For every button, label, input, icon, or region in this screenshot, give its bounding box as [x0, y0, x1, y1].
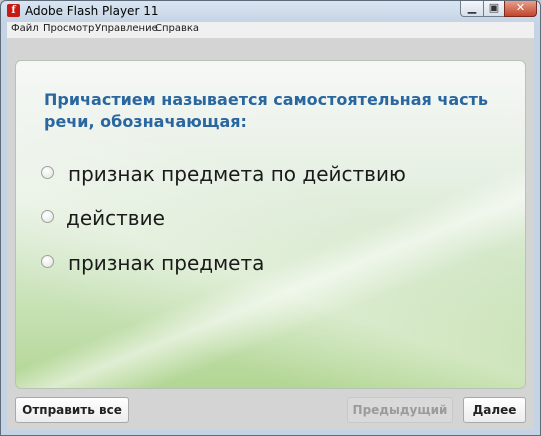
radio-button[interactable]: [41, 210, 54, 223]
minimize-icon: ▁: [467, 1, 477, 14]
menu-help[interactable]: Справка: [155, 23, 199, 34]
flash-stage: Причастием называется самостоятельная ча…: [7, 39, 534, 430]
maximize-button[interactable]: ▣: [483, 1, 505, 17]
minimize-button[interactable]: ▁: [460, 1, 484, 17]
menu-control[interactable]: Управление: [95, 23, 158, 34]
next-button[interactable]: Далее: [463, 397, 526, 423]
menu-bar: Файл Просмотр Управление Справка: [7, 22, 534, 39]
submit-all-button[interactable]: Отправить все: [15, 397, 129, 423]
maximize-icon: ▣: [488, 1, 500, 14]
radio-button[interactable]: [41, 255, 54, 268]
previous-button[interactable]: Предыдущий: [347, 397, 453, 423]
answer-label: действие: [66, 206, 165, 230]
question-text: Причастием называется самостоятельная ча…: [44, 90, 488, 131]
title-bar[interactable]: f Adobe Flash Player 11 ▁ ▣ ✕: [1, 1, 540, 21]
flash-player-icon: f: [7, 4, 20, 17]
menu-view[interactable]: Просмотр: [43, 23, 94, 34]
radio-button[interactable]: [41, 166, 54, 179]
answer-label: признак предмета по действию: [68, 162, 406, 186]
flash-player-window: f Adobe Flash Player 11 ▁ ▣ ✕ Файл Просм…: [0, 0, 541, 436]
question-card: Причастием называется самостоятельная ча…: [15, 60, 526, 389]
close-button[interactable]: ✕: [504, 1, 537, 17]
menu-file[interactable]: Файл: [11, 23, 39, 34]
window-title: Adobe Flash Player 11: [25, 4, 159, 18]
answer-label: признак предмета: [68, 251, 265, 275]
close-icon: ✕: [515, 1, 526, 14]
